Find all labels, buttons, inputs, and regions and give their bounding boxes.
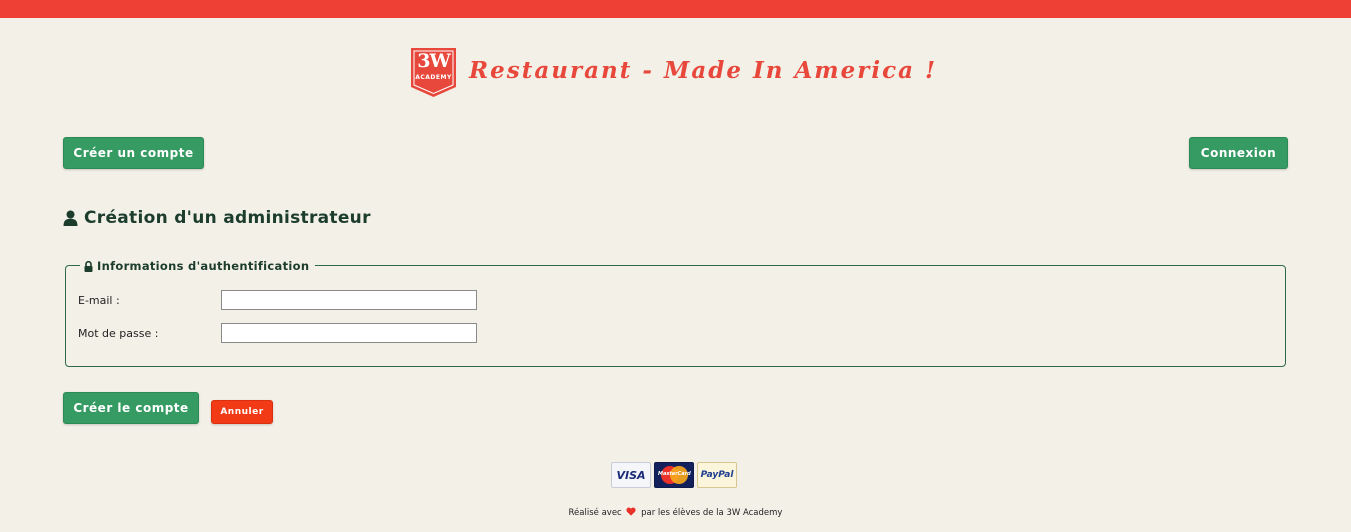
page-title-text: Création d'un administrateur xyxy=(84,208,371,228)
email-label: E-mail : xyxy=(78,294,120,307)
fieldset-legend: Informations d'authentification xyxy=(80,258,316,274)
logo-main-text: 3W xyxy=(417,50,451,72)
paypal-logo: PayPal xyxy=(697,462,737,488)
top-accent-bar xyxy=(0,0,1351,18)
password-field[interactable] xyxy=(221,323,477,343)
site-title[interactable]: Restaurant - Made In America ! xyxy=(469,57,937,84)
login-button[interactable]: Connexion xyxy=(1189,137,1288,169)
email-field[interactable] xyxy=(221,290,477,310)
mastercard-text: MasterCard xyxy=(658,471,691,477)
password-label: Mot de passe : xyxy=(78,327,159,340)
cancel-button[interactable]: Annuler xyxy=(211,400,273,424)
page-title: Création d'un administrateur xyxy=(63,206,371,230)
heart-icon xyxy=(626,507,637,518)
fieldset-legend-text: Informations d'authentification xyxy=(97,259,310,273)
create-account-nav-button[interactable]: Créer un compte xyxy=(63,137,204,169)
visa-logo: VISA xyxy=(611,462,651,488)
footer-suffix: par les élèves de la 3W Academy xyxy=(641,508,783,518)
site-header: 3W ACADEMY Restaurant - Made In America … xyxy=(411,48,937,98)
user-icon xyxy=(63,210,78,226)
logo-sub-text: ACADEMY xyxy=(415,74,452,81)
create-account-submit-button[interactable]: Créer le compte xyxy=(63,392,199,424)
authentication-fieldset: Informations d'authentification xyxy=(65,258,1286,367)
footer: Réalisé avec par les élèves de la 3W Aca… xyxy=(0,507,1351,518)
site-logo[interactable]: 3W ACADEMY xyxy=(411,48,456,97)
payment-methods: VISA MasterCard PayPal xyxy=(611,462,737,488)
lock-icon xyxy=(84,260,93,272)
footer-prefix: Réalisé avec xyxy=(568,508,622,518)
mastercard-logo: MasterCard xyxy=(654,462,694,488)
mastercard-circles: MasterCard xyxy=(658,465,691,485)
